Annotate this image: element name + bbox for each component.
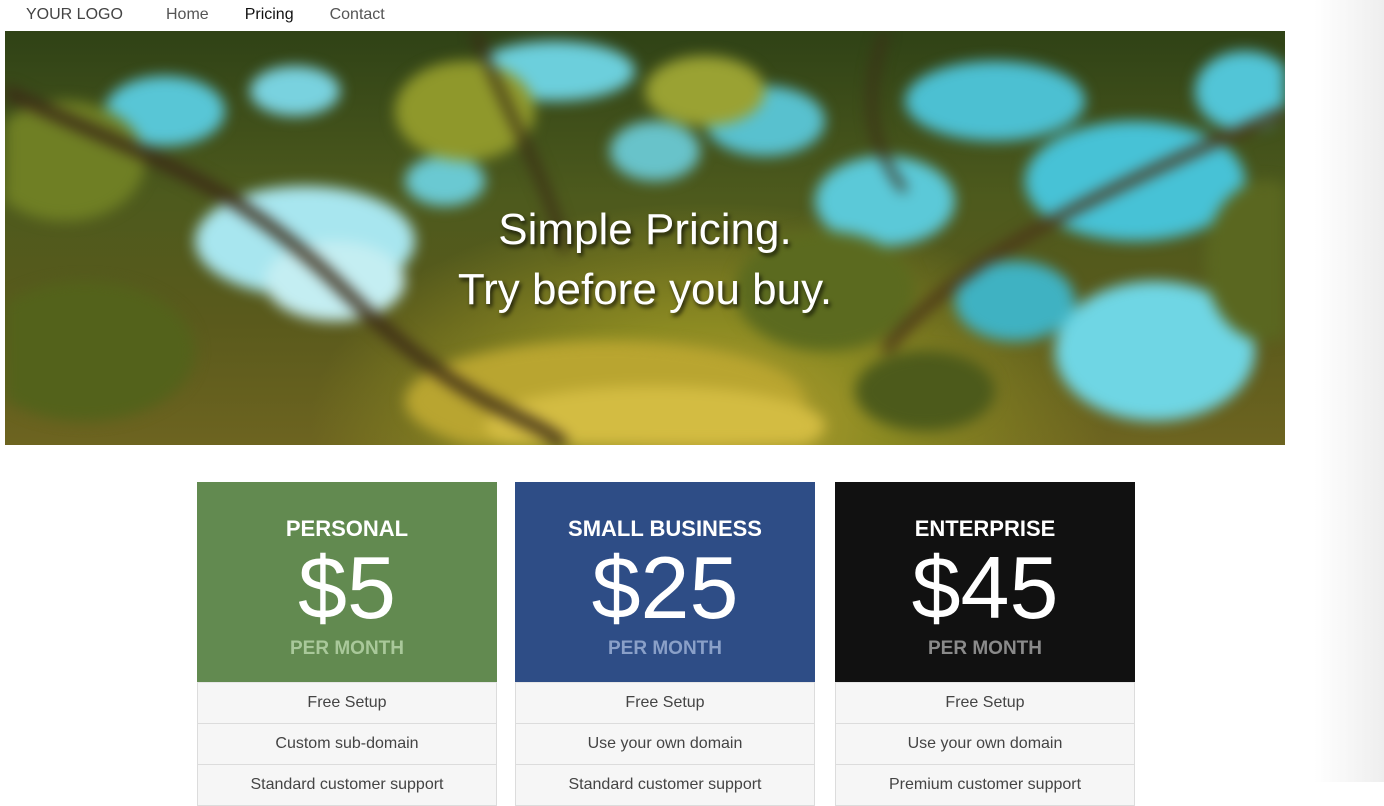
- plan-period: PER MONTH: [290, 638, 404, 659]
- feature-item: Free Setup: [515, 682, 815, 724]
- pricing-card-personal: PERSONAL $5 PER MONTH Free Setup Custom …: [197, 482, 497, 806]
- plan-price: $45: [911, 538, 1059, 637]
- plan-price: $5: [298, 538, 396, 637]
- nav-link-contact[interactable]: Contact: [330, 6, 385, 24]
- feature-item: Use your own domain: [835, 724, 1135, 765]
- hero-title-line1: Simple Pricing.: [498, 205, 792, 254]
- feature-item: Custom sub-domain: [197, 724, 497, 765]
- pricing-card-enterprise: ENTERPRISE $45 PER MONTH Free Setup Use …: [835, 482, 1135, 806]
- pricing-card-header: SMALL BUSINESS $25 PER MONTH: [515, 482, 815, 682]
- logo-link[interactable]: YOUR LOGO: [26, 6, 123, 24]
- hero-banner: Simple Pricing. Try before you buy.: [5, 31, 1285, 445]
- plan-price: $25: [591, 538, 739, 637]
- page-edge-shadow: [1314, 0, 1384, 782]
- hero-title-line2: Try before you buy.: [457, 265, 833, 314]
- feature-item: Standard customer support: [515, 765, 815, 806]
- top-navigation: YOUR LOGO Home Pricing Contact: [0, 0, 1290, 30]
- feature-item: Standard customer support: [197, 765, 497, 806]
- nav-link-home[interactable]: Home: [166, 6, 209, 24]
- pricing-card-header: ENTERPRISE $45 PER MONTH: [835, 482, 1135, 682]
- nav-link-pricing[interactable]: Pricing: [245, 6, 294, 24]
- pricing-card-small-business: SMALL BUSINESS $25 PER MONTH Free Setup …: [515, 482, 815, 806]
- nav-links: Home Pricing Contact: [166, 6, 421, 24]
- plan-period: PER MONTH: [608, 638, 722, 659]
- feature-item: Free Setup: [835, 682, 1135, 724]
- feature-item: Premium customer support: [835, 765, 1135, 806]
- feature-item: Use your own domain: [515, 724, 815, 765]
- pricing-card-header: PERSONAL $5 PER MONTH: [197, 482, 497, 682]
- plan-period: PER MONTH: [928, 638, 1042, 659]
- feature-item: Free Setup: [197, 682, 497, 724]
